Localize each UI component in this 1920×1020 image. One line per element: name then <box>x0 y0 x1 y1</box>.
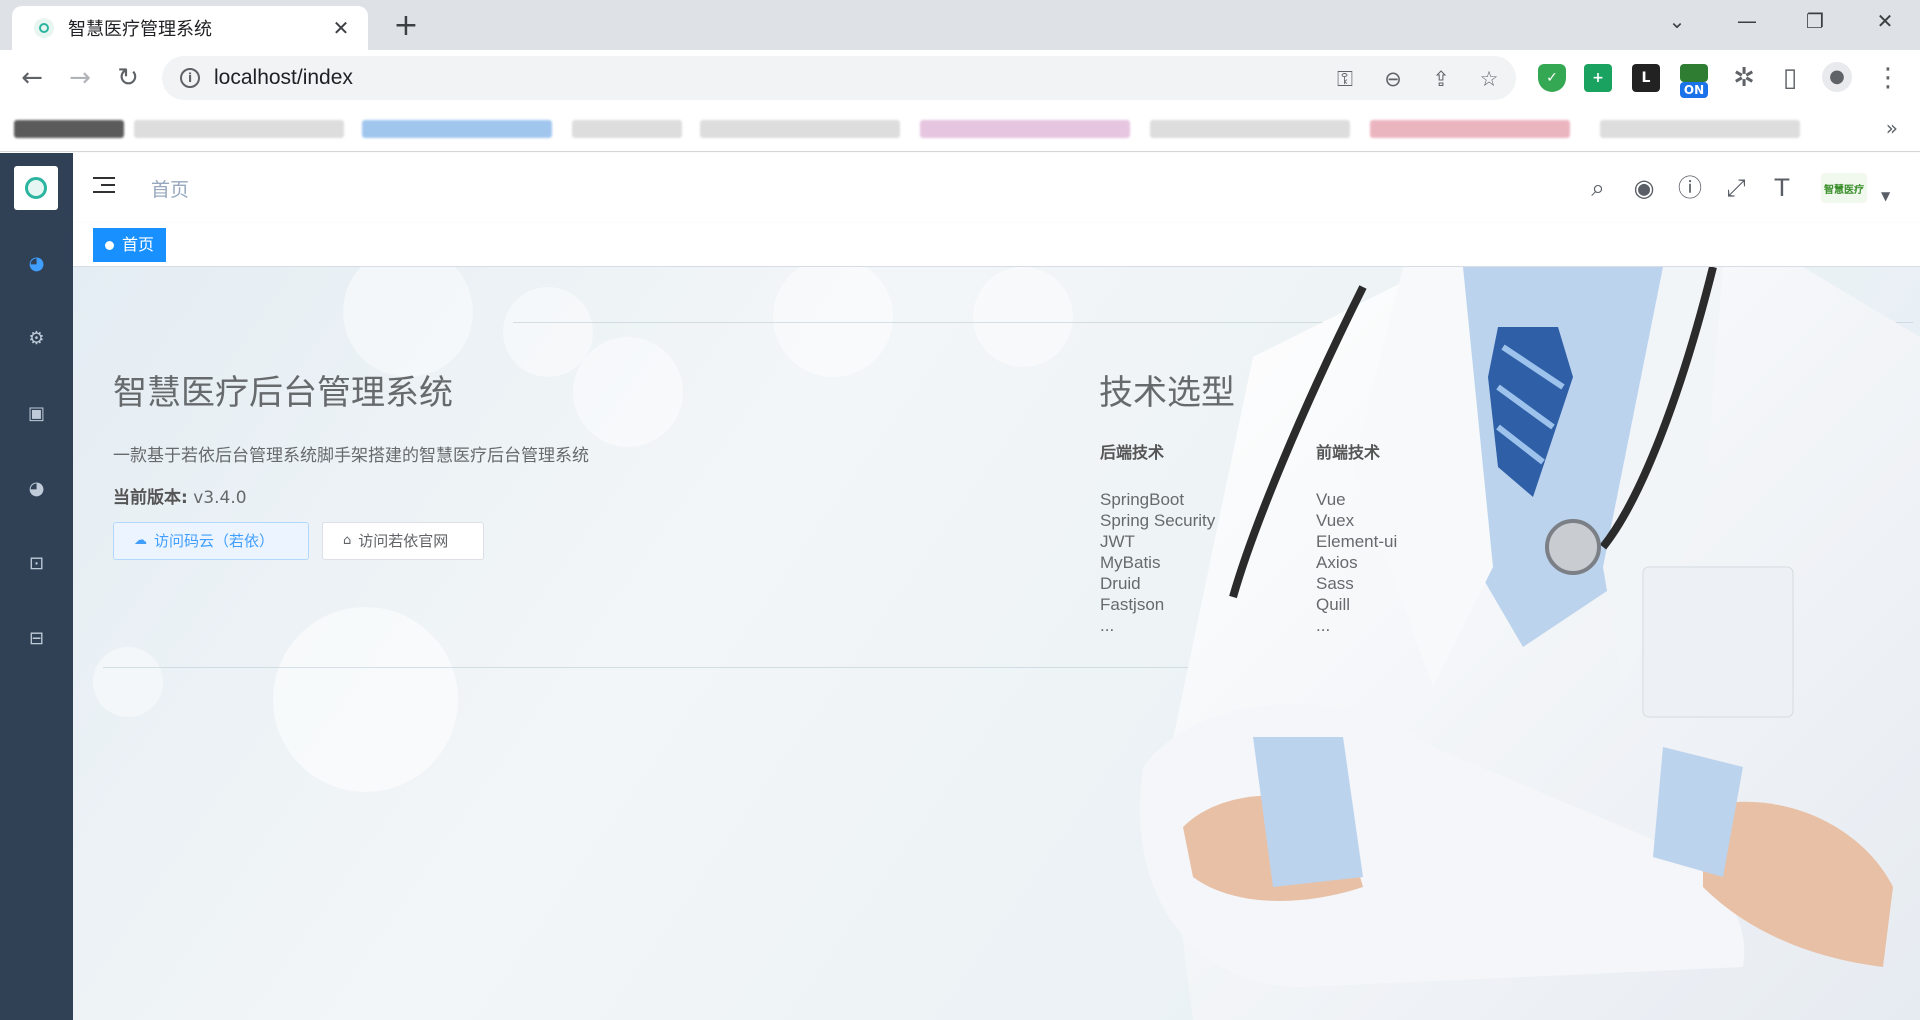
version-info: 当前版本: v3.4.0 <box>113 483 247 508</box>
navbar: 首页 ⌕ ◉ ⓘ ⤢ T 智慧医疗 ▼ <box>73 153 1920 223</box>
frontend-item: Axios <box>1316 553 1358 572</box>
bookmarks-more-icon[interactable]: » <box>1886 116 1898 140</box>
favicon-icon <box>34 18 54 38</box>
profile-icon[interactable]: ● <box>1822 62 1852 92</box>
version-label: 当前版本: <box>113 488 188 508</box>
forward-icon[interactable]: → <box>64 62 96 94</box>
frontend-item: Vue <box>1316 490 1346 509</box>
background-decoration <box>973 267 1073 367</box>
tab-close-icon[interactable]: ✕ <box>328 16 354 40</box>
side-panel-icon[interactable]: ▯ <box>1774 62 1806 94</box>
tab-title: 智慧医疗管理系统 <box>68 19 212 40</box>
tag-dot-icon <box>105 240 114 250</box>
github-icon[interactable]: ◉ <box>1629 173 1659 203</box>
frontend-item: Element-ui <box>1316 532 1398 551</box>
visit-site-label: 访问若依官网 <box>358 532 449 550</box>
backend-heading: 后端技术 <box>1100 443 1165 462</box>
tech-title: 技术选型 <box>1099 373 1235 413</box>
puzzle-icon[interactable]: ✲ <box>1728 62 1760 94</box>
search-icon[interactable]: ⌕ <box>1583 173 1613 203</box>
background-decoration <box>343 267 473 377</box>
shield-extension-icon[interactable]: ✓ <box>1538 64 1566 92</box>
description: 一款基于若依后台管理系统脚手架搭建的智慧医疗后台管理系统 <box>113 446 589 466</box>
new-tab-button[interactable]: + <box>388 10 424 46</box>
hamburger-icon[interactable] <box>93 177 115 199</box>
tags-view: 首页 <box>73 223 1920 267</box>
backend-item: SpringBoot <box>1100 490 1185 509</box>
on-badge: ON <box>1680 82 1708 98</box>
toolbox-icon[interactable]: ⊟ <box>0 610 73 666</box>
backend-item: Fastjson <box>1100 595 1165 614</box>
page-title: 智慧医疗后台管理系统 <box>113 373 453 413</box>
background-decoration <box>93 647 163 717</box>
visit-gitee-button[interactable]: ☁ 访问码云（若依） <box>113 522 309 560</box>
chart-icon[interactable]: ⊡ <box>0 535 73 591</box>
backend-item: Druid <box>1100 574 1141 593</box>
backend-item: ... <box>1100 616 1115 635</box>
visit-gitee-label: 访问码云（若依） <box>154 532 275 550</box>
cloud-icon: ☁ <box>134 533 147 548</box>
extension-icon[interactable] <box>1680 64 1708 82</box>
site-info-icon[interactable]: i <box>180 68 200 88</box>
monitor-icon[interactable]: ▣ <box>0 385 73 441</box>
key-icon[interactable]: ⚿ <box>1332 66 1358 92</box>
fullscreen-icon[interactable]: ⤢ <box>1721 173 1751 203</box>
bookmark-item[interactable] <box>1600 120 1800 138</box>
bookmark-item[interactable] <box>920 120 1130 138</box>
background-decoration <box>273 607 458 792</box>
caret-down-icon[interactable]: ▼ <box>1881 189 1890 203</box>
bookmark-item[interactable] <box>700 120 900 138</box>
settings-icon[interactable]: ⚙ <box>0 310 73 366</box>
dashboard-icon[interactable]: ◕ <box>0 460 73 516</box>
restore-icon[interactable]: ❐ <box>1792 6 1838 36</box>
browser-toolbar: ← → ↻ i localhost/index ⚿ ⊖ ⇪ ☆ ✓ + L ON… <box>0 50 1920 106</box>
logo[interactable] <box>14 166 58 210</box>
avatar[interactable]: 智慧医疗 <box>1821 173 1867 203</box>
frontend-item: Vuex <box>1316 511 1355 530</box>
backend-item: MyBatis <box>1100 553 1161 572</box>
frontend-item: ... <box>1316 616 1331 635</box>
bookmark-item[interactable] <box>134 120 344 138</box>
help-icon[interactable]: ⓘ <box>1675 173 1705 203</box>
visit-site-button[interactable]: ⌂ 访问若依官网 <box>322 522 484 560</box>
menu-icon[interactable]: ⋮ <box>1872 62 1904 94</box>
browser-tabbar: 智慧医疗管理系统 ✕ + ⌄ — ❐ ✕ <box>0 0 1920 50</box>
bookmark-item[interactable] <box>1370 120 1570 138</box>
bookmark-star-icon[interactable]: ☆ <box>1476 66 1502 92</box>
plus-extension-icon[interactable]: + <box>1584 64 1612 92</box>
home-icon: ⌂ <box>343 533 352 548</box>
frontend-heading: 前端技术 <box>1316 443 1381 462</box>
backend-item: Spring Security <box>1100 511 1216 530</box>
frontend-item: Quill <box>1316 595 1351 614</box>
browser-tab[interactable]: 智慧医疗管理系统 ✕ <box>12 6 368 50</box>
address-bar[interactable]: i localhost/index ⚿ ⊖ ⇪ ☆ <box>162 56 1516 100</box>
sidebar: ◕ ⚙ ▣ ◕ ⊡ ⊟ <box>0 153 73 1020</box>
window-close-icon[interactable]: ✕ <box>1862 6 1908 36</box>
background-decoration <box>573 337 683 447</box>
bookmark-item[interactable] <box>14 120 124 138</box>
zoom-icon[interactable]: ⊖ <box>1380 66 1406 92</box>
backend-item: JWT <box>1100 532 1135 551</box>
frontend-item: Sass <box>1316 574 1354 593</box>
tag-label: 首页 <box>122 235 155 254</box>
breadcrumb: 首页 <box>151 179 190 201</box>
frontend-column: 前端技术 Vue Vuex Element-ui Axios Sass Quil… <box>1316 439 1397 636</box>
bookmark-item[interactable] <box>572 120 682 138</box>
bookmarks-bar: » <box>0 106 1920 152</box>
main-content: 智慧医疗后台管理系统 一款基于若依后台管理系统脚手架搭建的智慧医疗后台管理系统 … <box>73 267 1920 1020</box>
l-extension-icon[interactable]: L <box>1632 64 1660 92</box>
bookmark-item[interactable] <box>362 120 552 138</box>
tag-home[interactable]: 首页 <box>93 228 167 262</box>
back-icon[interactable]: ← <box>16 62 48 94</box>
url-text: localhost/index <box>214 66 353 89</box>
minimize-icon[interactable]: — <box>1724 6 1770 36</box>
backend-column: 后端技术 SpringBoot Spring Security JWT MyBa… <box>1100 439 1215 636</box>
bookmark-item[interactable] <box>1150 120 1350 138</box>
tab-search-icon[interactable]: ⌄ <box>1654 6 1700 36</box>
reload-icon[interactable]: ↻ <box>112 62 144 94</box>
version-value: v3.4.0 <box>187 488 247 508</box>
font-size-icon[interactable]: T <box>1767 173 1797 203</box>
share-icon[interactable]: ⇪ <box>1428 66 1454 92</box>
dashboard-icon[interactable]: ◕ <box>0 235 73 291</box>
